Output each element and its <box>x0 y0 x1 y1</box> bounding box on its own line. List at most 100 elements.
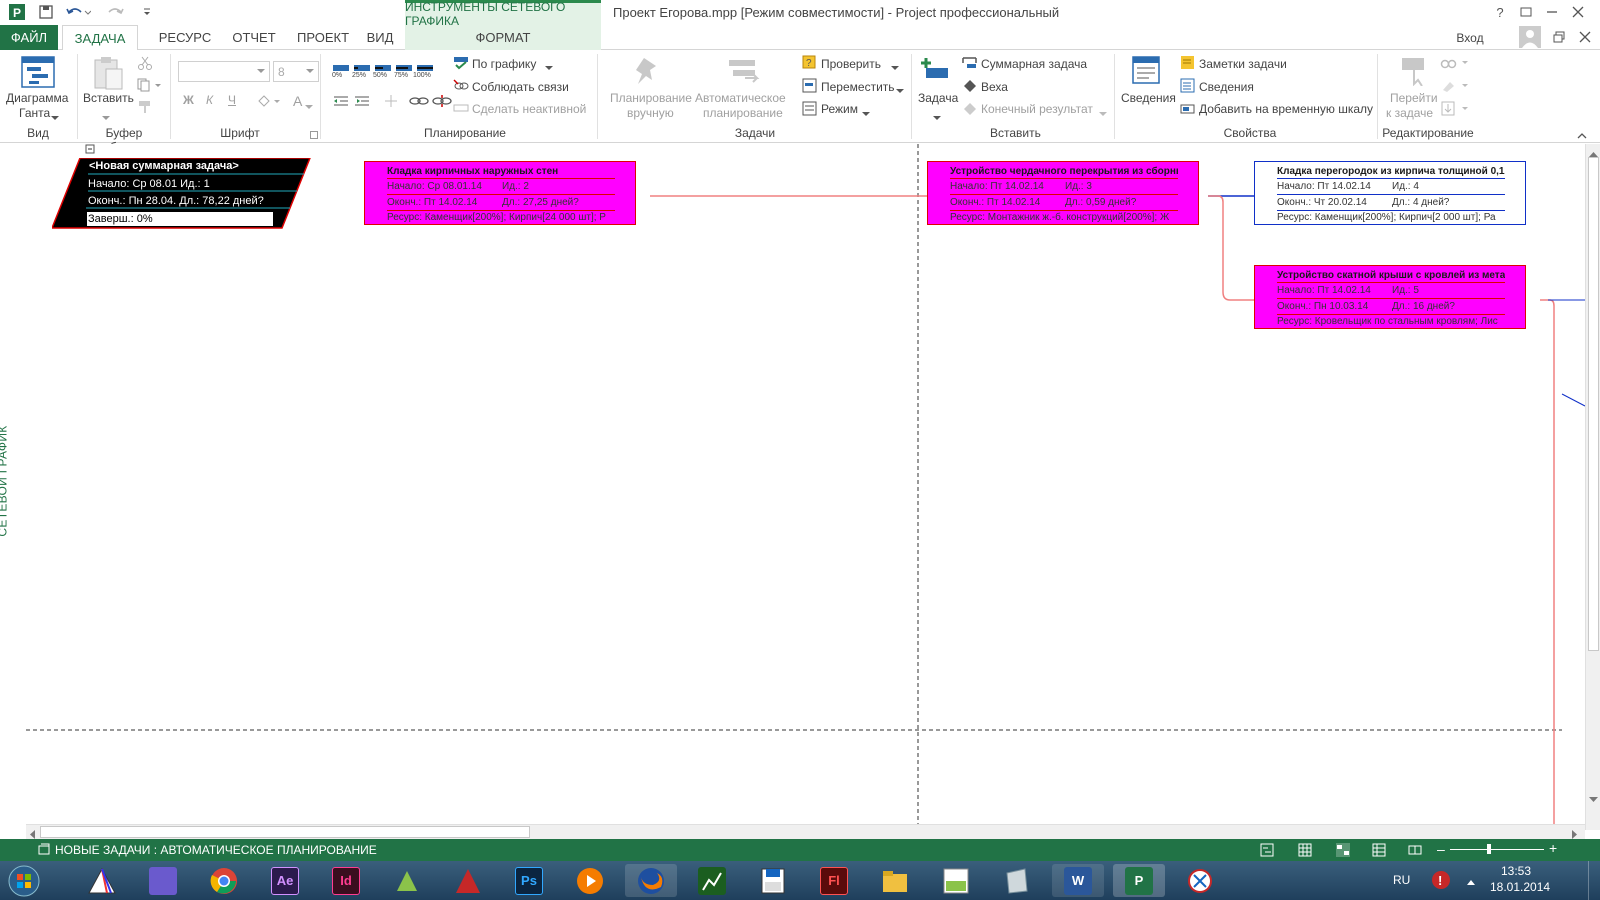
scroll-to-task-icon[interactable] <box>1400 56 1430 89</box>
inactivate-icon[interactable] <box>453 101 469 118</box>
tab-format[interactable]: ФОРМАТ <box>405 25 601 50</box>
close-doc-button[interactable] <box>1572 28 1598 46</box>
gantt-chart-icon[interactable] <box>20 55 56 94</box>
respect-links-icon[interactable] <box>453 78 469 97</box>
dialog-launcher-icon[interactable] <box>310 128 318 142</box>
find-icon[interactable] <box>1440 55 1470 74</box>
details-label[interactable]: Сведения <box>1199 80 1254 94</box>
scroll-to-task-label[interactable]: Перейти <box>1390 91 1438 105</box>
task-node-5[interactable]: Устройство скатной крыши с кровлей из ме… <box>1254 265 1526 329</box>
font-color-button[interactable]: A <box>293 93 302 109</box>
taskbar-photoshop-icon[interactable]: Ps <box>503 864 555 897</box>
taskbar-flash-icon[interactable]: Fl <box>808 864 860 897</box>
auto-schedule-icon[interactable] <box>727 56 761 89</box>
taskbar-snipping-icon[interactable] <box>1174 864 1226 897</box>
font-name-combo[interactable] <box>178 61 270 82</box>
timeline-view-icon[interactable] <box>1408 843 1422 860</box>
taskbar-notes-icon[interactable] <box>991 864 1043 897</box>
gantt-chart-label-2[interactable]: Ганта <box>19 106 50 120</box>
help-button[interactable]: ? <box>1487 3 1513 21</box>
tab-task[interactable]: ЗАДАЧА <box>62 25 138 51</box>
paste-icon[interactable] <box>92 55 126 94</box>
cut-icon[interactable] <box>137 56 153 73</box>
show-desktop-button[interactable] <box>1588 861 1600 900</box>
manually-schedule-label-2[interactable]: вручную <box>627 106 674 120</box>
resource-sheet-icon[interactable] <box>1372 843 1386 860</box>
milestone-label[interactable]: Веха <box>981 80 1008 94</box>
tab-file[interactable]: ФАЙЛ <box>0 25 58 50</box>
sign-in-link[interactable]: Вход <box>1450 25 1490 50</box>
show-hide-icon[interactable] <box>383 94 399 111</box>
network-diagram-canvas[interactable]: <Новая суммарная задача> Начало: Ср 08.0… <box>22 144 1585 824</box>
zoom-in-icon[interactable]: + <box>1549 840 1557 856</box>
milestone-icon[interactable] <box>962 78 978 97</box>
restore-button[interactable] <box>1546 28 1572 46</box>
summary-task-icon[interactable] <box>962 55 978 74</box>
fill-color-icon[interactable] <box>256 93 280 112</box>
information-icon[interactable] <box>1131 55 1163 90</box>
scroll-to-task-label-2[interactable]: к задаче <box>1386 106 1433 120</box>
add-to-timeline-label[interactable]: Добавить на временную шкалу <box>1199 102 1373 116</box>
mode-label[interactable]: Режим <box>821 102 858 116</box>
tab-project[interactable]: ПРОЕКТ <box>286 25 360 50</box>
auto-schedule-label-2[interactable]: планирование <box>703 106 783 120</box>
inspect-icon[interactable]: ? <box>802 55 818 74</box>
task-node-4[interactable]: Кладка перегородок из кирпича толщиной 0… <box>1254 161 1526 225</box>
unlink-tasks-icon[interactable] <box>432 94 452 111</box>
inspect-label[interactable]: Проверить <box>821 57 881 71</box>
taskbar-project-icon[interactable]: P <box>1113 864 1165 897</box>
gantt-chart-label[interactable]: Диаграмма <box>6 91 68 105</box>
summary-task-node[interactable]: <Новая суммарная задача> Начало: Ср 08.0… <box>52 158 312 230</box>
clear-icon[interactable] <box>1440 78 1470 97</box>
vertical-scroll-thumb[interactable] <box>1588 157 1599 651</box>
save-icon[interactable] <box>36 3 56 21</box>
minimize-button[interactable] <box>1539 3 1565 21</box>
task-usage-icon[interactable] <box>1298 843 1312 860</box>
tab-report[interactable]: ОТЧЕТ <box>222 25 286 50</box>
summary-task-label[interactable]: Суммарная задача <box>981 57 1087 71</box>
respect-links-label[interactable]: Соблюдать связи <box>472 80 569 94</box>
close-button[interactable] <box>1565 3 1591 21</box>
insert-task-label[interactable]: Задача <box>918 91 958 105</box>
ribbon-display-options-icon[interactable] <box>1513 3 1539 21</box>
taskbar-aftereffects-icon[interactable]: Ae <box>259 864 311 897</box>
fill-down-icon[interactable] <box>1440 101 1470 120</box>
link-tasks-icon[interactable] <box>409 94 429 111</box>
paste-label[interactable]: Вставить <box>83 91 134 105</box>
user-avatar-icon[interactable] <box>1519 26 1541 51</box>
insert-task-icon[interactable] <box>920 56 950 89</box>
new-tasks-status[interactable]: НОВЫЕ ЗАДАЧИ : АВТОМАТИЧЕСКОЕ ПЛАНИРОВАН… <box>55 843 377 857</box>
scroll-down-icon[interactable] <box>1589 792 1598 806</box>
taskbar-chrome-icon[interactable] <box>198 864 250 897</box>
start-button[interactable] <box>2 864 46 897</box>
zoom-out-icon[interactable]: – <box>1437 841 1445 857</box>
tab-view[interactable]: ВИД <box>358 25 402 50</box>
add-to-timeline-icon[interactable] <box>1180 101 1196 120</box>
clock-time[interactable]: 13:53 <box>1501 864 1531 878</box>
customize-qat-icon[interactable] <box>140 3 154 21</box>
taskbar-cuteftp-icon[interactable] <box>930 864 982 897</box>
italic-button[interactable]: К <box>206 93 213 107</box>
taskbar-app-icon[interactable] <box>381 864 433 897</box>
underline-button[interactable]: Ч <box>228 93 236 107</box>
copy-icon[interactable] <box>137 78 161 95</box>
font-size-combo[interactable]: 8 <box>273 61 319 82</box>
details-icon[interactable] <box>1180 78 1196 97</box>
information-label[interactable]: Сведения <box>1121 91 1176 105</box>
format-painter-icon[interactable] <box>137 100 153 117</box>
task-notes-label[interactable]: Заметки задачи <box>1199 57 1287 71</box>
task-notes-icon[interactable] <box>1180 55 1196 74</box>
network-diagram-view-icon[interactable] <box>1336 843 1350 860</box>
manually-schedule-label[interactable]: Планирование <box>610 91 692 105</box>
taskbar-word-icon[interactable]: W <box>1052 864 1104 897</box>
taskbar-prism-icon[interactable] <box>76 864 128 897</box>
undo-icon[interactable] <box>64 3 92 21</box>
collapse-ribbon-icon[interactable] <box>1577 128 1587 142</box>
show-hidden-icons[interactable] <box>1466 875 1476 889</box>
notification-alert-icon[interactable]: ! <box>1430 869 1452 896</box>
move-icon[interactable] <box>802 78 818 97</box>
manually-schedule-icon[interactable] <box>632 56 662 91</box>
zoom-slider-thumb[interactable] <box>1487 844 1491 854</box>
taskbar-chart-app-icon[interactable] <box>686 864 738 897</box>
bold-button[interactable]: Ж <box>183 93 194 107</box>
